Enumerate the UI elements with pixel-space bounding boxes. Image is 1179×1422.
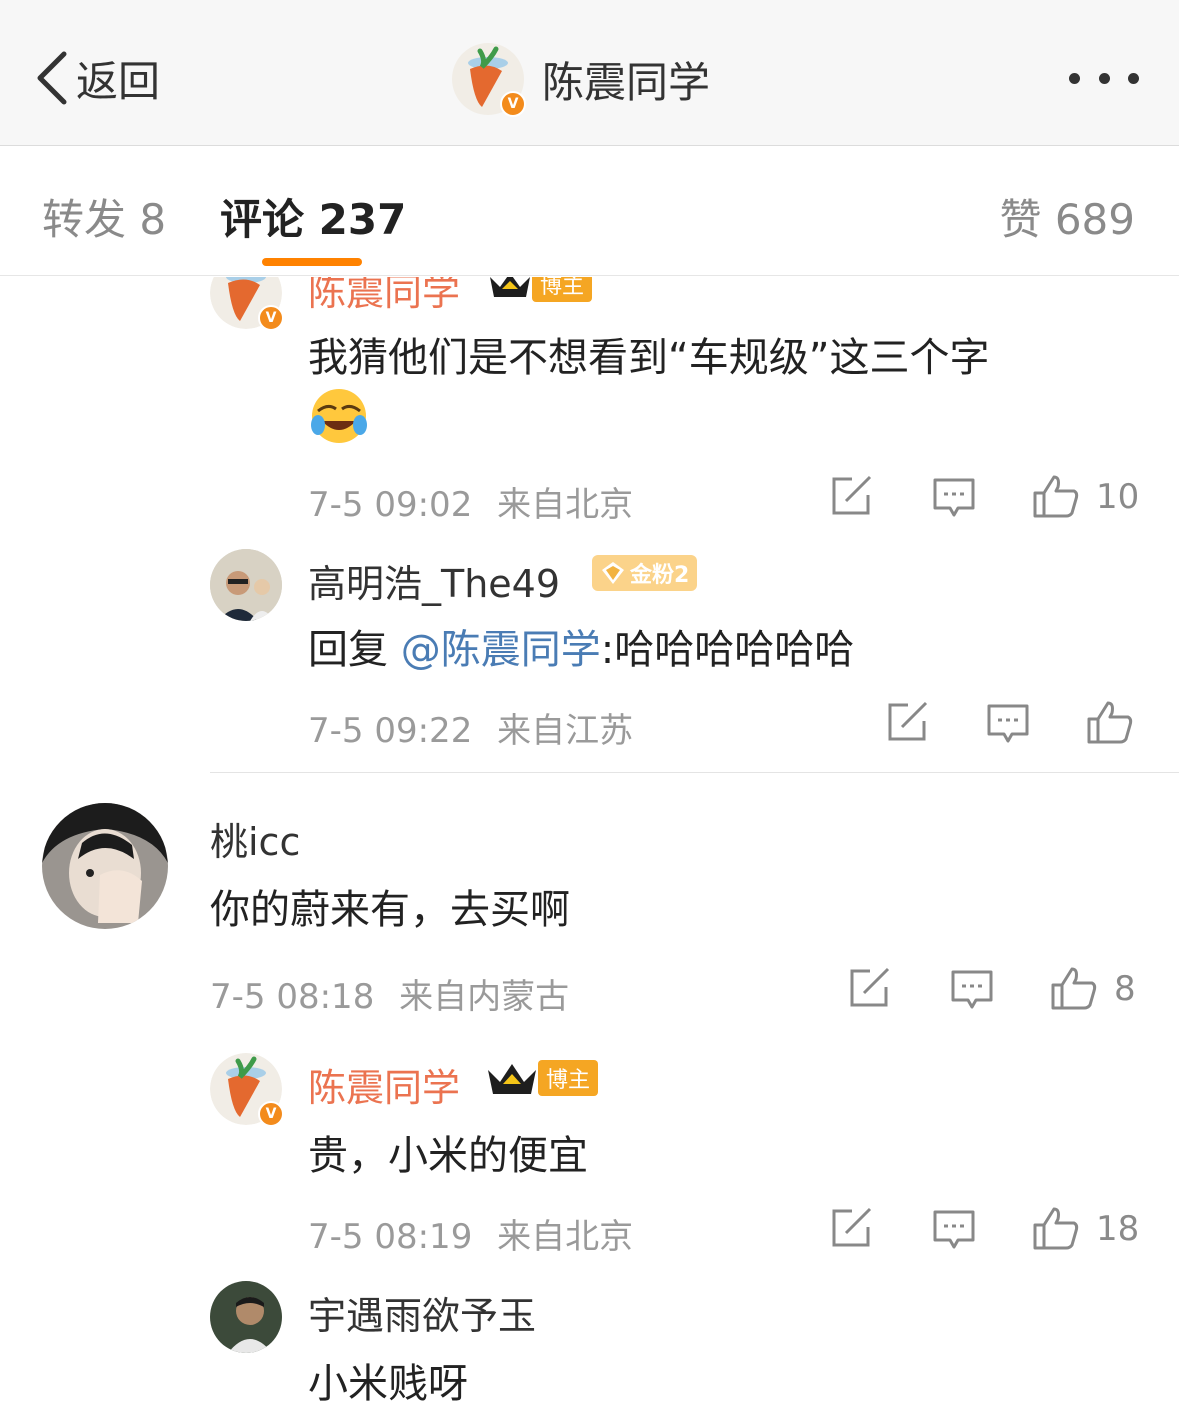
thumbs-up-icon xyxy=(1033,1207,1079,1250)
photo-avatar-icon xyxy=(210,1281,282,1353)
avatar[interactable]: V xyxy=(452,43,526,117)
reply-button[interactable] xyxy=(986,703,1030,745)
comment-icon xyxy=(951,970,993,1009)
commenter-name[interactable]: 陈震同学 xyxy=(308,277,460,316)
share-icon xyxy=(888,701,928,741)
reply-button[interactable] xyxy=(950,969,994,1011)
comment-text: 贵，小米的便宜 xyxy=(308,1133,588,1179)
avatar[interactable] xyxy=(210,1281,282,1353)
commenter-name[interactable]: 高明浩_The49 xyxy=(308,553,560,608)
fan-badge-label: 金粉2 xyxy=(630,563,690,588)
tab-comment[interactable]: 评论 237 xyxy=(220,186,406,247)
tab-active-indicator xyxy=(262,258,362,266)
mention-link[interactable]: @陈震同学 xyxy=(401,627,601,673)
comment-time: 7-5 08:19 xyxy=(308,1217,473,1257)
page-title: 陈震同学 xyxy=(542,57,711,107)
comment-icon xyxy=(933,478,975,517)
like-button[interactable] xyxy=(1032,473,1080,519)
chevron-left-icon xyxy=(37,51,67,105)
comment-location: 来自江苏 xyxy=(497,711,634,751)
comment-time: 7-5 08:18 xyxy=(210,977,375,1017)
divider xyxy=(210,772,1179,773)
comment-text: 你的蔚来有，去买啊 xyxy=(210,887,570,933)
commenter-name[interactable]: 陈震同学 xyxy=(308,1057,460,1112)
comment-list: V 陈震同学 博主 我猜他们是不想看到“车规级”这三个字 7-5 09:02 来… xyxy=(0,277,1179,1422)
like-button[interactable] xyxy=(1032,1205,1080,1251)
reply-button[interactable] xyxy=(932,477,976,519)
tab-like[interactable]: 赞 689 xyxy=(999,186,1135,247)
avatar[interactable] xyxy=(210,549,282,621)
comment-time: 7-5 09:02 xyxy=(308,485,473,525)
dot-icon xyxy=(1069,72,1080,84)
diamond-icon xyxy=(602,562,624,584)
comment-meta: 7-5 09:02 来自北京 xyxy=(308,477,633,526)
comment-time: 7-5 09:22 xyxy=(308,711,473,751)
comment-location: 来自北京 xyxy=(497,1217,634,1257)
host-badge-label: 博主 xyxy=(532,277,593,302)
share-button[interactable] xyxy=(830,1207,874,1249)
like-count: 10 xyxy=(1096,477,1140,517)
share-icon xyxy=(850,967,890,1007)
nav-user[interactable]: V 陈震同学 xyxy=(452,42,711,117)
back-button[interactable]: 返回 xyxy=(32,46,160,110)
crown-icon xyxy=(490,277,530,297)
comment-location: 来自北京 xyxy=(497,485,634,525)
comment-meta: 7-5 09:22 来自江苏 xyxy=(308,703,633,752)
share-button[interactable] xyxy=(886,701,930,743)
like-count: 8 xyxy=(1114,969,1136,1009)
share-icon xyxy=(832,1207,872,1247)
verified-icon: V xyxy=(500,91,526,117)
verified-icon: V xyxy=(258,1101,284,1127)
photo-avatar-icon xyxy=(210,549,282,621)
nav-bar: 返回 V 陈震同学 xyxy=(0,0,1179,146)
comment-icon xyxy=(933,1210,975,1249)
host-badge: 博主 xyxy=(486,1060,599,1096)
tab-repost[interactable]: 转发 8 xyxy=(42,186,166,247)
laugh-cry-emoji-icon xyxy=(310,387,368,445)
host-badge-label: 博主 xyxy=(538,1060,599,1096)
like-button[interactable] xyxy=(1050,965,1098,1011)
avatar[interactable] xyxy=(42,803,168,929)
dot-icon xyxy=(1098,72,1110,84)
fan-badge: 金粉2 xyxy=(592,555,698,591)
comment-meta: 7-5 08:19 来自北京 xyxy=(308,1209,633,1258)
comment-text: 我猜他们是不想看到“车规级”这三个字 xyxy=(308,335,990,381)
share-icon xyxy=(832,475,872,515)
dot-icon xyxy=(1128,72,1139,84)
host-badge: 博主 xyxy=(488,277,593,302)
like-count: 18 xyxy=(1096,1209,1140,1249)
share-button[interactable] xyxy=(830,475,874,517)
commenter-name[interactable]: 桃icc xyxy=(210,811,300,866)
crown-icon xyxy=(488,1064,536,1094)
verified-icon: V xyxy=(258,305,284,331)
reply-prefix: 回复 xyxy=(308,627,388,673)
tab-bar: 转发 8 评论 237 赞 689 xyxy=(0,146,1179,276)
reply-button[interactable] xyxy=(932,1209,976,1251)
comment-text: 回复 @陈震同学:哈哈哈哈哈哈 xyxy=(308,617,854,675)
comment-text: 小米贱呀 xyxy=(308,1361,468,1407)
commenter-name[interactable]: 宇遇雨欲予玉 xyxy=(308,1285,536,1340)
comment-meta: 7-5 08:18 来自内蒙古 xyxy=(210,969,569,1018)
comment-location: 来自内蒙古 xyxy=(399,977,570,1017)
comment-icon xyxy=(987,704,1029,743)
photo-avatar-icon xyxy=(42,803,168,929)
thumbs-up-icon xyxy=(1087,701,1133,744)
more-button[interactable] xyxy=(1069,60,1139,96)
thumbs-up-icon xyxy=(1051,967,1097,1010)
like-button[interactable] xyxy=(1086,699,1134,745)
thumbs-up-icon xyxy=(1033,475,1079,518)
back-label: 返回 xyxy=(76,56,161,106)
share-button[interactable] xyxy=(848,967,892,1009)
reply-body: :哈哈哈哈哈哈 xyxy=(600,627,855,673)
